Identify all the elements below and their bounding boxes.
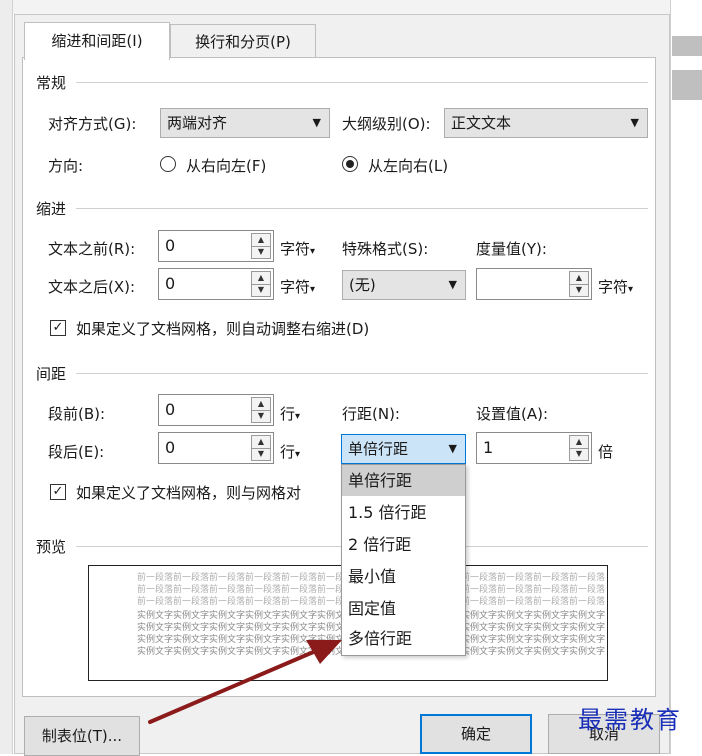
annotation-arrow-icon: [148, 640, 342, 724]
watermark-logo: 最需教育: [578, 706, 682, 734]
